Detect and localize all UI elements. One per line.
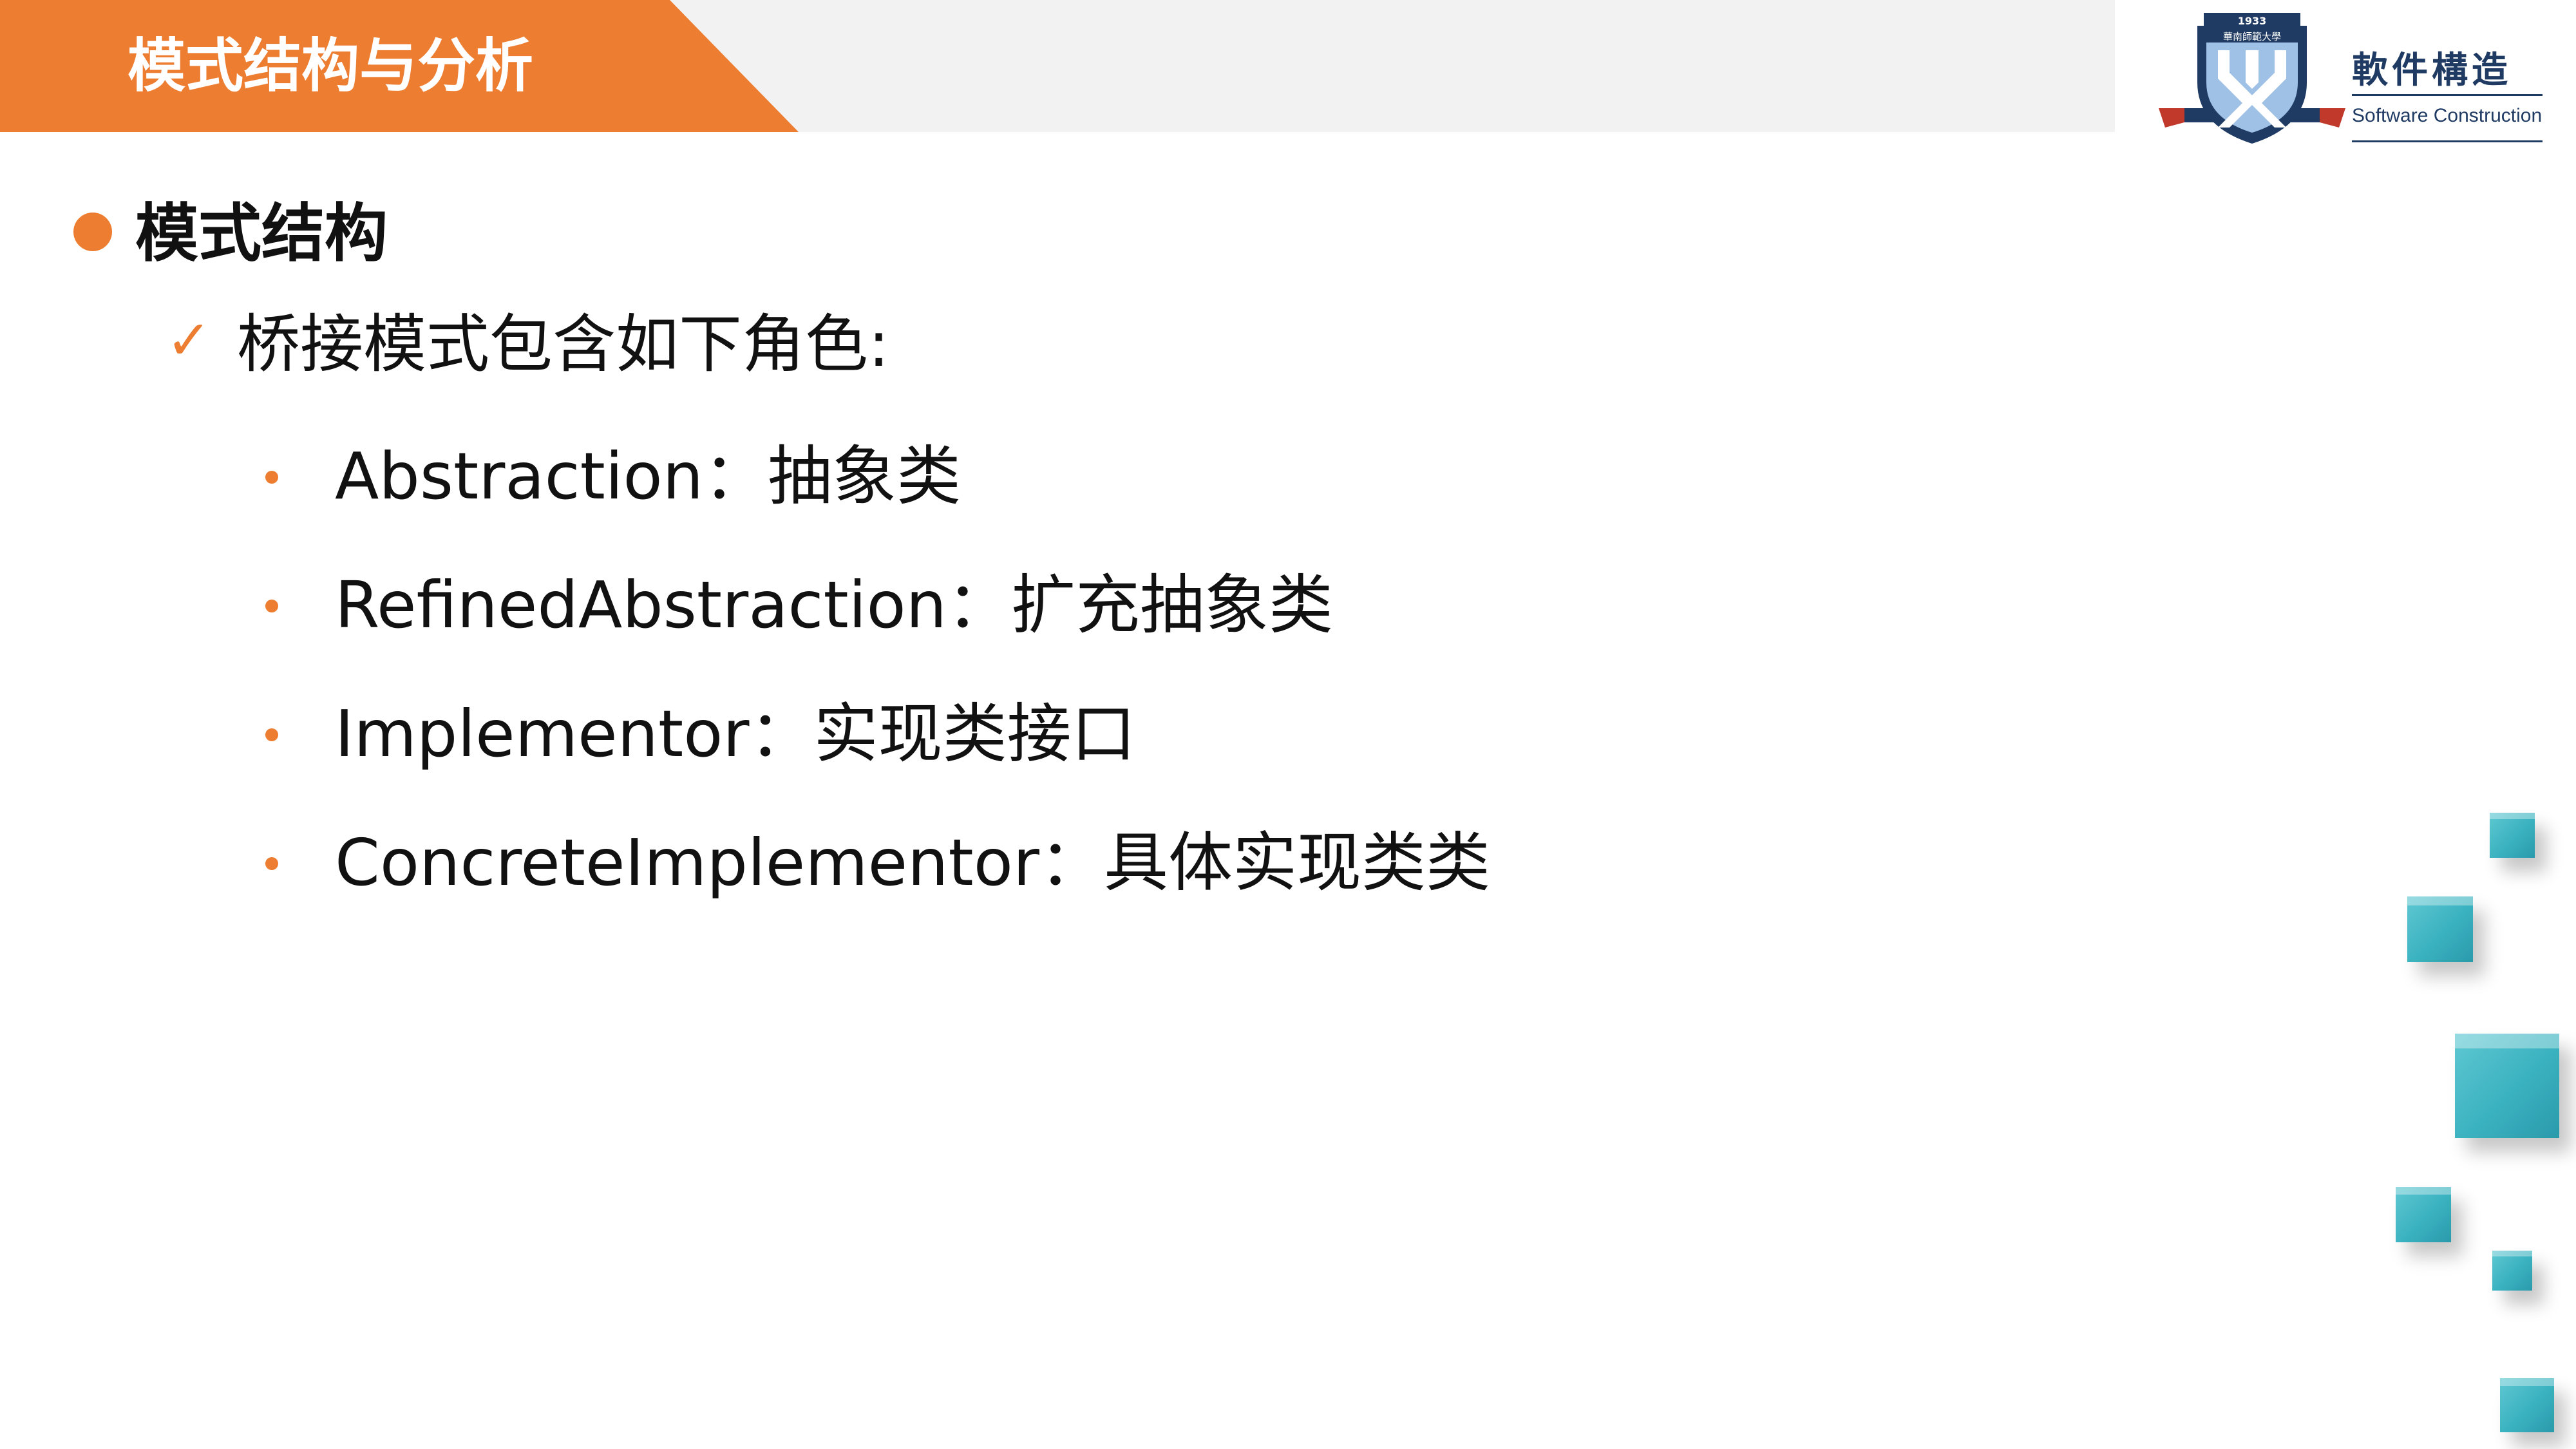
section-heading: 模式结构	[135, 197, 388, 270]
checkmark-icon: ✓	[166, 308, 212, 372]
role-text: Implementor：实现类接口	[335, 696, 1136, 772]
decorative-cube	[2492, 1251, 2532, 1291]
slide-title: 模式结构与分析	[128, 32, 533, 100]
decorative-cube	[2490, 813, 2535, 858]
bullet-icon	[265, 471, 278, 484]
role-text: Abstraction：抽象类	[335, 439, 961, 514]
bullet-icon	[265, 857, 278, 870]
university-logo: 1933 華南師範大學 軟件構造 Software Construction	[2159, 12, 2545, 153]
crest-year: 1933	[2238, 15, 2267, 27]
slide: 模式结构与分析 1933 華南師範大學 軟件構造 Software Constr…	[0, 0, 2576, 1449]
crest-icon: 1933 華南師範大學	[2159, 13, 2345, 144]
section-bullet-icon	[73, 213, 112, 251]
crest-university-name: 華南師範大學	[2223, 31, 2281, 43]
intro-text: 桥接模式包含如下角色:	[237, 308, 890, 381]
logo-course-en: Software Construction	[2352, 105, 2543, 126]
bullet-icon	[265, 600, 278, 612]
role-text: ConcreteImplementor：具体实现类类	[335, 825, 1491, 900]
logo-divider	[2352, 94, 2543, 96]
decorative-cube	[2500, 1378, 2554, 1432]
role-text: RefinedAbstraction：扩充抽象类	[335, 567, 1333, 643]
logo-course-cn: 軟件構造	[2352, 49, 2512, 91]
decorative-cube	[2455, 1034, 2559, 1138]
decorative-cube	[2396, 1187, 2451, 1242]
decorative-cube	[2407, 896, 2473, 962]
logo-underline	[2352, 140, 2543, 142]
bullet-icon	[265, 728, 278, 741]
